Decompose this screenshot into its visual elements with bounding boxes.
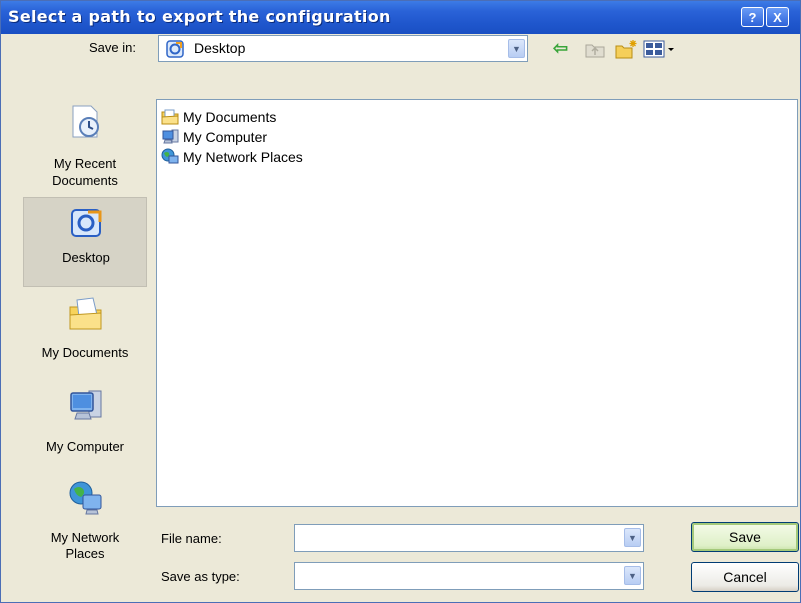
places-bar: My Recent Documents Desktop My Documents	[23, 99, 149, 589]
place-my-computer[interactable]: My Computer	[23, 387, 147, 459]
file-name: My Documents	[183, 109, 277, 125]
chevron-down-icon[interactable]: ▼	[624, 528, 641, 547]
place-recent-documents[interactable]: My Recent Documents	[23, 99, 147, 195]
place-label: My Computer	[45, 439, 125, 454]
my-documents-icon	[69, 297, 102, 330]
file-name-label: File name:	[161, 531, 222, 546]
recent-documents-icon	[72, 105, 99, 138]
place-label: Desktop	[62, 250, 110, 265]
help-button[interactable]: ?	[741, 7, 764, 27]
file-name-field[interactable]: ▼	[294, 524, 644, 552]
save-as-type-select[interactable]: ▼	[294, 562, 644, 590]
place-label: My Documents	[41, 345, 129, 360]
title-bar[interactable]: Select a path to export the configuratio…	[1, 1, 800, 34]
network-places-icon	[69, 481, 102, 515]
place-my-documents[interactable]: My Documents	[23, 295, 147, 367]
place-desktop[interactable]: Desktop	[23, 197, 147, 287]
up-folder-icon[interactable]	[584, 39, 606, 59]
file-list[interactable]: My Documents My Computer My Network Plac…	[156, 99, 798, 507]
chevron-down-icon[interactable]: ▼	[624, 566, 641, 585]
place-label: My Network	[50, 530, 120, 545]
save-button[interactable]: Save	[691, 522, 799, 552]
save-in-label: Save in:	[89, 40, 136, 55]
my-computer-icon	[70, 390, 102, 420]
place-label: Places	[65, 546, 105, 561]
place-network-places[interactable]: My Network Places	[23, 479, 147, 569]
file-name: My Computer	[183, 129, 268, 145]
save-in-combo[interactable]: Desktop ▼	[158, 35, 528, 62]
network-icon	[161, 148, 179, 164]
computer-icon	[162, 129, 179, 144]
new-folder-icon[interactable]	[614, 39, 638, 59]
save-in-value: Desktop	[194, 40, 246, 56]
save-as-type-label: Save as type:	[161, 569, 240, 584]
save-dialog: Select a path to export the configuratio…	[0, 0, 801, 603]
cancel-button[interactable]: Cancel	[691, 562, 799, 592]
folder-icon	[161, 109, 179, 125]
dialog-title: Select a path to export the configuratio…	[8, 7, 391, 26]
place-label: Documents	[52, 173, 118, 188]
back-arrow-icon[interactable]: ⇦	[553, 39, 575, 59]
views-menu-icon[interactable]	[642, 39, 678, 59]
close-button[interactable]: X	[766, 7, 789, 27]
desktop-icon	[71, 209, 102, 237]
place-label: My Recent	[53, 156, 117, 171]
desktop-icon	[166, 40, 184, 58]
chevron-down-icon[interactable]: ▼	[508, 39, 525, 58]
file-name: My Network Places	[183, 149, 303, 165]
